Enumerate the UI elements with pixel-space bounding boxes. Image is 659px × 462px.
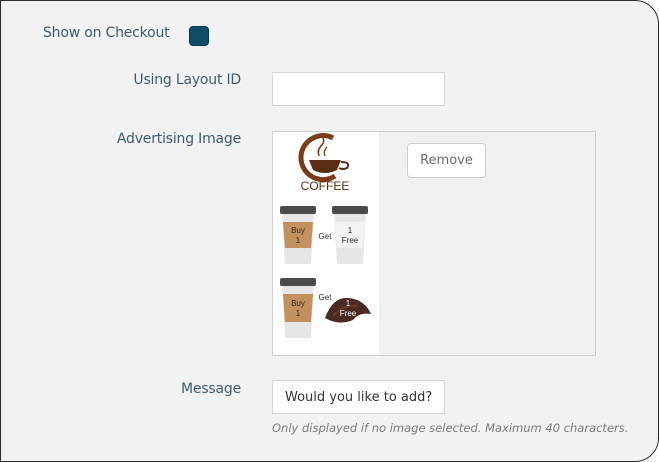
advertising-image-label: Advertising Image (116, 131, 241, 147)
coffee-promo-image: COFFEE Buy 1 Get 1 Free Buy 1 Get 1 Free (280, 133, 371, 338)
message-help-text: Only displayed if no image selected. Max… (272, 421, 629, 435)
svg-text:Free: Free (340, 309, 357, 318)
svg-text:1: 1 (296, 309, 301, 318)
svg-text:1: 1 (346, 299, 351, 308)
svg-text:Free: Free (342, 236, 359, 245)
show-on-checkout-label: Show on Checkout (43, 25, 170, 41)
svg-text:Buy: Buy (291, 226, 305, 235)
advertising-image-preview: COFFEE Buy 1 Get 1 Free Buy 1 Get 1 Free (273, 132, 379, 355)
settings-panel: Show on Checkout Using Layout ID Adverti… (0, 0, 659, 462)
svg-text:1: 1 (296, 236, 301, 245)
layout-id-input[interactable] (272, 72, 445, 106)
message-label: Message (181, 381, 241, 397)
coffee-logo-icon (298, 133, 350, 183)
brand-text: COFFEE (301, 179, 350, 193)
svg-text:1: 1 (348, 226, 353, 235)
show-on-checkout-checkbox[interactable] (189, 26, 209, 46)
cup-icon (332, 206, 368, 264)
cup-icon (280, 206, 316, 264)
layout-id-label: Using Layout ID (133, 72, 241, 88)
remove-image-button[interactable]: Remove (407, 143, 486, 178)
svg-text:Get: Get (319, 232, 333, 241)
message-input[interactable] (272, 380, 445, 414)
svg-text:Get: Get (319, 293, 333, 302)
cup-icon (280, 278, 316, 338)
svg-text:Buy: Buy (291, 299, 305, 308)
